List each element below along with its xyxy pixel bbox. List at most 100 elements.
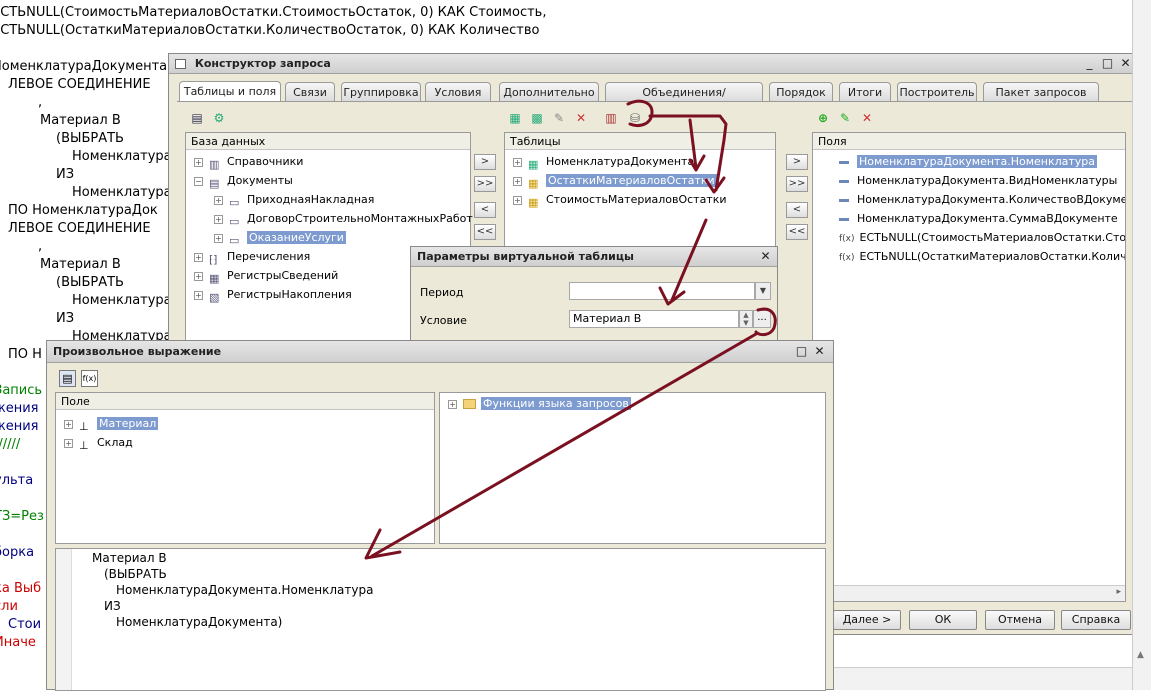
- move-button[interactable]: <: [786, 202, 808, 218]
- table-item[interactable]: +▦НоменклатураДокумента: [513, 153, 694, 171]
- move-button[interactable]: >>: [474, 176, 496, 192]
- expander-icon[interactable]: +: [448, 400, 457, 409]
- period-dropdown-button[interactable]: ▼: [755, 282, 771, 300]
- expander-icon[interactable]: +: [214, 196, 223, 205]
- database-item[interactable]: +▭ПриходнаяНакладная: [214, 191, 374, 209]
- database-item[interactable]: +▧РегистрыНакопления: [194, 286, 352, 304]
- field-item[interactable]: НоменклатураДокумента.КоличествоВДокумен…: [839, 191, 1126, 209]
- query-wizard-icon[interactable]: ⚙: [211, 110, 227, 126]
- ok-button[interactable]: ОК: [909, 610, 977, 630]
- table-item[interactable]: +▦ОстаткиМатериаловОстатки: [513, 172, 717, 190]
- database-item[interactable]: +▥Справочники: [194, 153, 303, 171]
- expander-icon[interactable]: +: [64, 439, 73, 448]
- expander-icon[interactable]: +: [513, 158, 522, 167]
- tab-5[interactable]: Объединения/Псевдонимы: [605, 82, 763, 101]
- period-label: Период: [420, 286, 464, 299]
- editor-scrollbar[interactable]: ▲: [1132, 0, 1151, 690]
- table-settings-icon[interactable]: ▥: [603, 110, 619, 126]
- maximize-button[interactable]: □: [1100, 56, 1115, 71]
- field-item[interactable]: f(x)ЕСТЬNULL(ОстаткиМатериаловОстатки.Ко…: [839, 248, 1126, 266]
- database-item[interactable]: +▭ОказаниеУслуги: [214, 229, 346, 247]
- condition-input[interactable]: Материал В: [569, 310, 739, 328]
- tab-3[interactable]: Условия: [425, 82, 491, 101]
- edit-field-icon[interactable]: ✎: [837, 110, 853, 126]
- expander-icon[interactable]: +: [194, 253, 203, 262]
- database-item[interactable]: +▦РегистрыСведений: [194, 267, 338, 285]
- expression-dialog: Произвольное выражение □ ✕ ▤ f(x) Поле +…: [46, 340, 834, 690]
- expression-close-button[interactable]: ✕: [812, 344, 827, 359]
- database-item-label: Перечисления: [227, 250, 310, 263]
- cancel-button[interactable]: Отмена: [985, 610, 1055, 630]
- tab-0[interactable]: Таблицы и поля: [179, 81, 281, 102]
- attribute-icon: ⊥: [79, 418, 92, 430]
- next-button[interactable]: Далее >: [833, 610, 901, 630]
- tab-7[interactable]: Итоги: [839, 82, 891, 101]
- period-input[interactable]: [569, 282, 755, 300]
- virtual-table-params-icon[interactable]: ⛁: [627, 110, 643, 126]
- expression-field-item[interactable]: +⊥Материал: [64, 415, 158, 433]
- expander-icon[interactable]: −: [194, 177, 203, 186]
- add-field-icon[interactable]: ⊕: [815, 110, 831, 126]
- table-item[interactable]: +▦СтоимостьМатериаловОстатки: [513, 191, 727, 209]
- expression-text-line: НоменклатураДокумента.Номенклатура: [116, 583, 373, 597]
- database-item-label: РегистрыСведений: [227, 269, 338, 282]
- move-button[interactable]: >>: [786, 176, 808, 192]
- horizontal-scrollbar[interactable]: ▸: [813, 585, 1125, 601]
- virtual-params-close-button[interactable]: ✕: [758, 249, 773, 264]
- condition-select-button[interactable]: ...: [753, 310, 771, 328]
- expression-field-item[interactable]: +⊥Склад: [64, 434, 133, 452]
- field-item[interactable]: НоменклатураДокумента.ВидНоменклатуры: [839, 172, 1117, 190]
- add-nested-query-icon[interactable]: ▩: [529, 110, 545, 126]
- editor-hscroll[interactable]: [834, 667, 1132, 690]
- function-group-item[interactable]: +Функции языка запросов: [448, 395, 631, 413]
- field-item[interactable]: f(x)ЕСТЬNULL(СтоимостьМатериаловОстатки.…: [839, 229, 1126, 247]
- tab-6[interactable]: Порядок: [769, 82, 833, 101]
- field-icon: [839, 161, 849, 164]
- database-item[interactable]: −▤Документы: [194, 172, 293, 190]
- tree-view-icon[interactable]: ▤: [59, 370, 76, 387]
- database-header: База данных: [186, 133, 470, 150]
- field-item-label: НоменклатураДокумента.ВидНоменклатуры: [857, 174, 1117, 187]
- close-button[interactable]: ✕: [1118, 56, 1133, 71]
- expander-icon[interactable]: +: [64, 420, 73, 429]
- table-icon: ▦: [528, 194, 541, 206]
- database-item[interactable]: + ⁅⁆ Перечисления: [194, 248, 310, 266]
- minimize-button[interactable]: _: [1082, 56, 1097, 71]
- table-icon: ▦: [528, 156, 541, 168]
- field-item[interactable]: НоменклатураДокумента.Номенклатура: [839, 153, 1097, 171]
- list-view-icon[interactable]: ▤: [189, 110, 205, 126]
- move-button[interactable]: <<: [474, 224, 496, 240]
- expander-icon[interactable]: +: [194, 158, 203, 167]
- tab-9[interactable]: Пакет запросов: [983, 82, 1099, 101]
- tab-8[interactable]: Построитель: [897, 82, 977, 101]
- expression-maximize-button[interactable]: □: [794, 344, 809, 359]
- database-item[interactable]: +▭ДоговорСтроительноМонтажныхРабот: [214, 210, 473, 228]
- function-view-icon[interactable]: f(x): [81, 370, 98, 387]
- code-line: Номенклатура: [72, 149, 172, 164]
- expander-icon[interactable]: +: [214, 215, 223, 224]
- folder-icon: ▭: [229, 194, 242, 206]
- move-button[interactable]: <<: [786, 224, 808, 240]
- add-table-icon[interactable]: ▦: [507, 110, 523, 126]
- code-line: (ВЫБРАТЬ: [56, 275, 124, 290]
- field-item[interactable]: НоменклатураДокумента.СуммаВДокументе: [839, 210, 1118, 228]
- edit-icon[interactable]: ✎: [551, 110, 567, 126]
- move-button[interactable]: >: [474, 154, 496, 170]
- move-button[interactable]: >: [786, 154, 808, 170]
- expander-icon[interactable]: +: [194, 291, 203, 300]
- delete-field-icon[interactable]: ✕: [859, 110, 875, 126]
- expression-text-area[interactable]: Материал В(ВЫБРАТЬНоменклатураДокумента.…: [55, 548, 826, 691]
- expander-icon[interactable]: +: [513, 196, 522, 205]
- tab-1[interactable]: Связи: [285, 82, 335, 101]
- expander-icon[interactable]: +: [513, 177, 522, 186]
- tab-4[interactable]: Дополнительно: [499, 82, 599, 101]
- condition-spin-icon[interactable]: ▲▼: [739, 310, 753, 328]
- tab-2[interactable]: Группировка: [341, 82, 421, 101]
- help-button[interactable]: Справка: [1061, 610, 1131, 630]
- delete-icon[interactable]: ✕: [573, 110, 589, 126]
- expander-icon[interactable]: +: [214, 234, 223, 243]
- folder-icon: ⁅⁆: [209, 251, 222, 263]
- expander-icon[interactable]: +: [194, 272, 203, 281]
- move-button[interactable]: <: [474, 202, 496, 218]
- expression-text-line: Материал В: [92, 551, 167, 565]
